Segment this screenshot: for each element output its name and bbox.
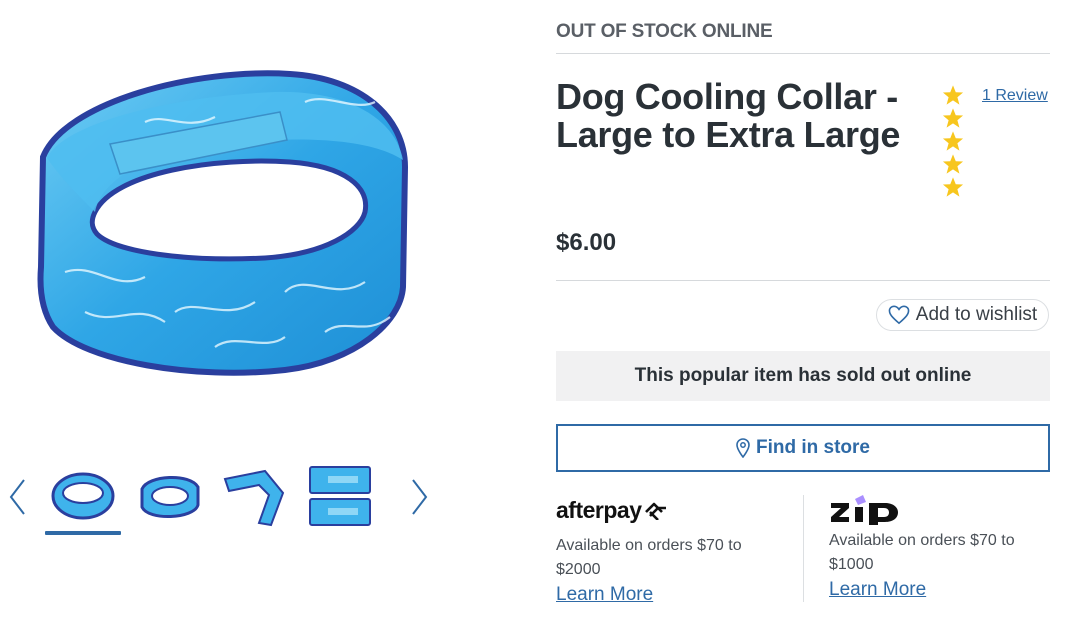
add-to-wishlist-button[interactable]: Add to wishlist [876,299,1049,331]
chevron-right-icon[interactable] [405,477,435,517]
product-main-image [25,62,415,392]
thumbnail-carousel [0,455,450,545]
star-icon [942,108,964,128]
find-in-store-button[interactable]: Find in store [556,424,1050,472]
afterpay-arrows-icon [645,502,667,520]
star-icon [942,131,964,151]
sold-out-banner: This popular item has sold out online [556,351,1050,401]
payment-divider [803,495,804,602]
afterpay-learn-more-link[interactable]: Learn More [556,584,653,606]
zip-description: Available on orders $70 to $1000 [829,532,1015,573]
star-icon [942,85,964,105]
afterpay-logo-text: afterpay [556,496,642,523]
rating-stars [942,84,966,199]
zip-learn-more-link[interactable]: Learn More [829,579,926,601]
afterpay-description: Available on orders $70 to $2000 [556,537,742,578]
chevron-left-icon[interactable] [2,477,32,517]
star-icon [942,154,964,174]
thumbnail-collar-view-4[interactable] [304,463,376,529]
zip-logo [831,495,898,525]
thumbnail-collar-view-3[interactable] [221,463,293,529]
thumbnail-collar-view-2[interactable] [134,463,206,529]
wishlist-label: Add to wishlist [915,304,1038,325]
afterpay-section: afterpay Available on orders $70 to $200… [556,495,786,606]
thumbnail-collar-view-1[interactable] [45,463,121,535]
afterpay-logo: afterpay [556,495,786,525]
divider [556,280,1050,281]
heart-icon [888,305,910,325]
review-link[interactable]: 1 Review [982,87,1048,105]
zip-section: Available on orders $70 to $1000 Learn M… [829,495,1059,601]
product-price: $6.00 [556,229,617,256]
find-in-store-label: Find in store [756,437,870,458]
stock-status: OUT OF STOCK ONLINE [556,21,773,42]
sold-out-message: This popular item has sold out online [634,365,972,386]
product-title: Dog Cooling Collar - Large to Extra Larg… [556,76,901,155]
location-pin-icon [736,438,750,458]
star-icon [942,177,964,197]
divider [556,53,1050,54]
